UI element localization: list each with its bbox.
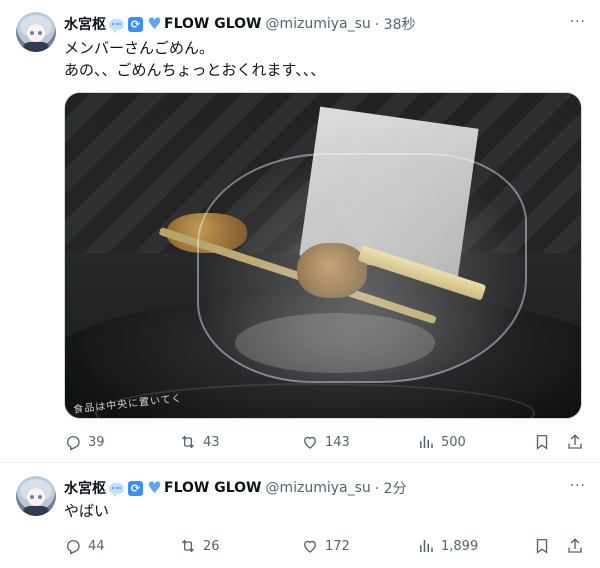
views-button[interactable]: 1,899 [417, 536, 478, 556]
like-count: 143 [325, 434, 350, 450]
bookmark-icon [536, 434, 548, 450]
repost-button[interactable]: 43 [179, 432, 220, 452]
more-options-icon[interactable]: ··· [570, 478, 586, 494]
reply-count: 39 [88, 434, 105, 450]
views-icon [420, 540, 433, 552]
avatar[interactable] [16, 12, 56, 52]
tweet-text-line: あの、、ごめんちょっとおくれます、、、 [64, 61, 326, 79]
like-button[interactable]: 172 [301, 536, 350, 556]
tweet-text-line: メンバーさんごめん。 [64, 39, 215, 57]
more-options-icon[interactable]: ··· [570, 14, 586, 30]
reply-button[interactable]: 39 [64, 432, 105, 452]
repost-count: 43 [203, 434, 220, 450]
share-icon [568, 538, 582, 553]
tweet[interactable]: 水宮枢 ⟳ ♥ FLOW GLOW @mizumiya_su · 38秒 ···… [0, 0, 600, 462]
repeat-emoji-icon: ⟳ [127, 480, 144, 496]
views-count: 500 [441, 434, 466, 450]
reply-button[interactable]: 44 [64, 536, 105, 556]
tweet-text-line: やばい [64, 502, 110, 520]
tweet-header: 水宮枢 ⟳ ♥ FLOW GLOW @mizumiya_su · 38秒 [64, 14, 416, 34]
author-name[interactable]: 水宮枢 [64, 14, 106, 34]
author-badge-text: FLOW GLOW [164, 480, 262, 496]
blue-heart-icon: ♥ [147, 478, 162, 497]
avatar[interactable] [16, 476, 56, 516]
tweet-photo[interactable]: 食品は中央に置いてく [64, 92, 582, 419]
tweet[interactable]: 水宮枢 ⟳ ♥ FLOW GLOW @mizumiya_su · 2分 ··· … [0, 464, 600, 568]
share-button[interactable] [566, 432, 584, 452]
tweet-header: 水宮枢 ⟳ ♥ FLOW GLOW @mizumiya_su · 2分 [64, 478, 407, 498]
reply-count: 44 [88, 538, 105, 554]
views-count: 1,899 [441, 538, 479, 554]
bookmark-button[interactable] [533, 432, 551, 452]
like-count: 172 [325, 538, 350, 554]
views-icon [420, 436, 433, 448]
share-icon [568, 434, 582, 449]
like-button[interactable]: 143 [301, 432, 350, 452]
share-button[interactable] [566, 536, 584, 556]
tweet-actions: 39 43 143 500 [64, 432, 584, 452]
tweet-divider [0, 462, 600, 463]
timestamp[interactable]: · 38秒 [375, 14, 416, 34]
tweet-actions: 44 26 172 1,899 [64, 536, 584, 556]
speech-bubble-icon [108, 16, 125, 33]
bookmark-icon [536, 538, 548, 554]
timestamp[interactable]: · 2分 [375, 478, 407, 498]
like-icon [304, 436, 316, 449]
bookmark-button[interactable] [533, 536, 551, 556]
speech-bubble-icon [108, 480, 125, 497]
repeat-emoji-icon: ⟳ [127, 16, 144, 32]
blue-heart-icon: ♥ [147, 14, 162, 33]
repost-count: 26 [203, 538, 220, 554]
author-name[interactable]: 水宮枢 [64, 478, 106, 498]
author-handle[interactable]: @mizumiya_su [265, 480, 370, 496]
reply-icon [67, 540, 80, 555]
author-handle[interactable]: @mizumiya_su [265, 16, 370, 32]
reply-icon [67, 436, 80, 451]
like-icon [304, 540, 316, 553]
author-badge-text: FLOW GLOW [164, 16, 262, 32]
repost-button[interactable]: 26 [179, 536, 220, 556]
repost-icon [181, 435, 195, 449]
views-button[interactable]: 500 [417, 432, 466, 452]
repost-icon [181, 539, 195, 553]
